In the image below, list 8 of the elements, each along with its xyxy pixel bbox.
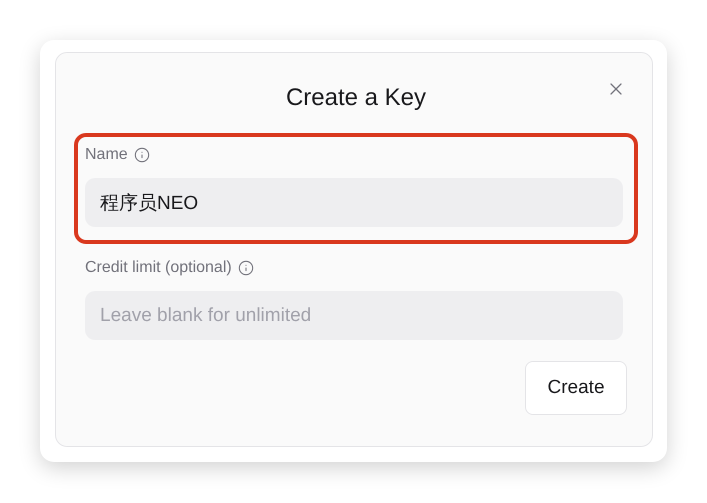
input-field[interactable]: Leave blank for unlimited xyxy=(85,291,623,340)
input-field[interactable]: 程序员NEO xyxy=(85,178,623,227)
info-icon[interactable] xyxy=(238,260,254,276)
info-icon[interactable] xyxy=(134,147,150,163)
dialog-title: Create a Key xyxy=(286,83,426,113)
field-label: Credit limit (optional) xyxy=(85,258,232,278)
field-label: Name xyxy=(85,145,128,165)
create-button[interactable]: Create xyxy=(525,361,627,415)
